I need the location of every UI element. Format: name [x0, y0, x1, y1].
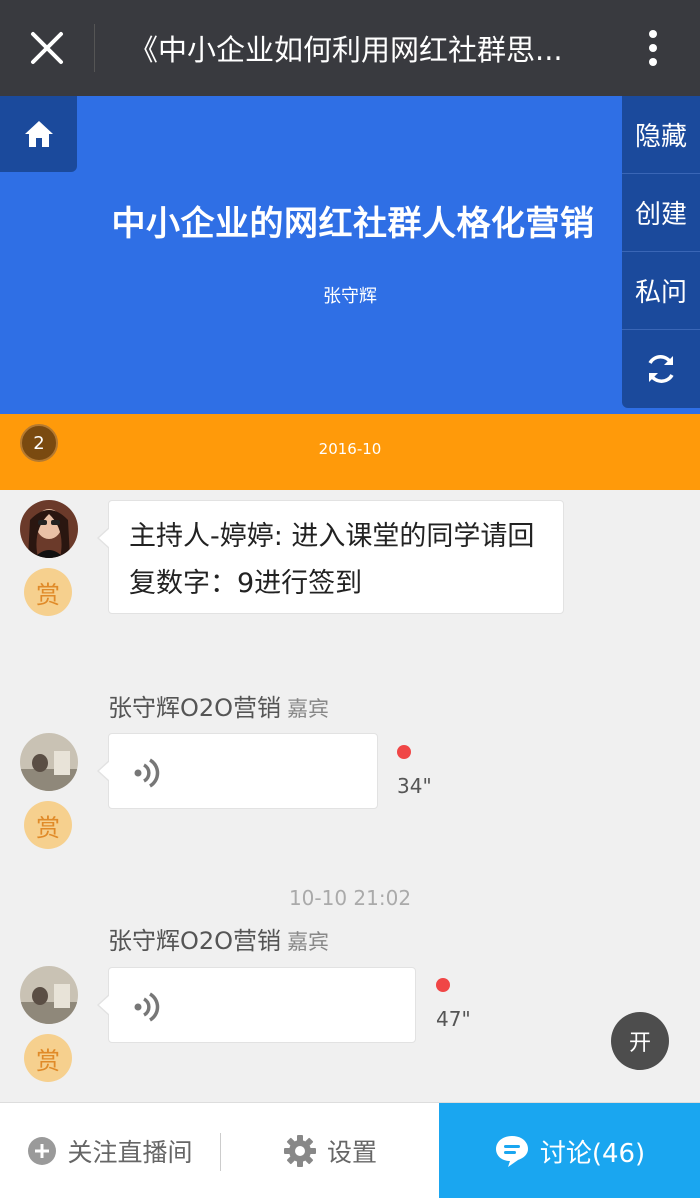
message-sender: 张守辉O2O营销 嘉宾 — [108, 921, 329, 956]
voice-icon — [134, 758, 160, 788]
gear-icon — [283, 1134, 317, 1168]
reward-button[interactable]: 赏 — [24, 1034, 72, 1082]
unread-dot — [397, 745, 411, 759]
chat-area[interactable]: 赏 主持人-婷婷: 进入课堂的同学请回复数字：9进行签到 张守辉O2O营销 嘉宾 … — [0, 490, 700, 1102]
bottom-bar: 关注直播间 设置 讨论(46) — [0, 1102, 700, 1198]
sender-name: 张守辉O2O营销 — [108, 694, 282, 722]
refresh-icon — [648, 355, 674, 383]
home-icon — [24, 121, 53, 147]
message-text: 主持人-婷婷: 进入课堂的同学请回复数字：9进行签到 — [129, 521, 535, 599]
refresh-button[interactable] — [622, 330, 700, 408]
avatar-guest[interactable] — [20, 733, 78, 791]
close-icon — [31, 32, 63, 64]
banner-title: 中小企业的网红社群人格化营销 — [111, 204, 595, 244]
voice-duration: 47" — [436, 1007, 471, 1031]
title-bar: 《中小企业如何利用网红社群思... — [0, 0, 700, 96]
settings-button[interactable]: 设置 — [221, 1103, 439, 1198]
side-menu: 隐藏 创建 私问 — [622, 96, 700, 408]
discussion-label: 讨论(46) — [539, 1138, 646, 1169]
chat-bubble-icon — [494, 1134, 530, 1168]
sender-name: 张守辉O2O营销 — [108, 927, 282, 955]
close-button[interactable] — [0, 0, 94, 96]
settings-label: 设置 — [326, 1138, 377, 1167]
sender-role: 嘉宾 — [287, 697, 330, 721]
message-bubble-text[interactable]: 主持人-婷婷: 进入课堂的同学请回复数字：9进行签到 — [97, 500, 564, 614]
page-title: 《中小企业如何利用网红社群思... — [129, 33, 563, 67]
discussion-button[interactable]: 讨论(46) — [439, 1103, 700, 1198]
message-timestamp: 10-10 21:02 — [288, 886, 412, 910]
plus-circle-icon — [27, 1136, 57, 1166]
sender-role: 嘉宾 — [287, 930, 330, 954]
course-date: 2016-10 — [318, 440, 382, 458]
voice-message[interactable] — [97, 967, 416, 1043]
reward-button[interactable]: 赏 — [24, 801, 72, 849]
voice-duration: 34" — [397, 774, 432, 798]
follow-label: 关注直播间 — [67, 1138, 193, 1167]
app-root: 《中小企业如何利用网红社群思... 中小企业的网红社群人格化营销 张守辉 隐藏 … — [0, 0, 700, 1198]
avatar-guest-image — [20, 966, 78, 1024]
avatar-host-image — [20, 500, 78, 558]
private-question-button[interactable]: 私问 — [622, 252, 700, 330]
follow-room-button[interactable]: 关注直播间 — [0, 1103, 220, 1198]
home-button[interactable] — [0, 96, 77, 172]
unread-dot — [436, 978, 450, 992]
create-button[interactable]: 创建 — [622, 174, 700, 252]
reward-button[interactable]: 赏 — [24, 568, 72, 616]
message-sender: 张守辉O2O营销 嘉宾 — [108, 688, 329, 723]
more-menu-button[interactable] — [606, 0, 700, 96]
avatar-guest-image — [20, 733, 78, 791]
course-banner: 中小企业的网红社群人格化营销 张守辉 隐藏 创建 私问 — [0, 96, 700, 414]
avatar-guest[interactable] — [20, 966, 78, 1024]
voice-message[interactable] — [97, 733, 378, 809]
voice-icon — [134, 992, 160, 1022]
avatar-host[interactable] — [20, 500, 78, 558]
more-vertical-icon — [649, 30, 657, 66]
date-strip: 2 2016-10 — [0, 414, 700, 490]
hide-button[interactable]: 隐藏 — [622, 96, 700, 174]
banner-author: 张守辉 — [323, 286, 377, 307]
open-toggle-button[interactable]: 开 — [611, 1012, 669, 1070]
